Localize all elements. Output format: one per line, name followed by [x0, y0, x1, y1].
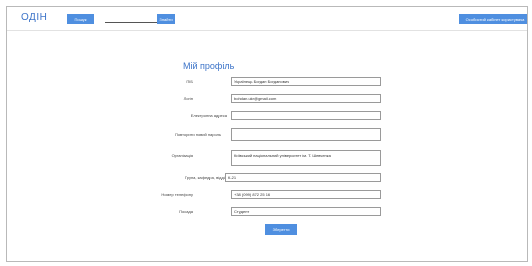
search-button[interactable]: Пошук [67, 14, 94, 24]
phone-field[interactable]: +38 (099) 872 25 16 [231, 190, 381, 199]
login-label: Логін [183, 96, 193, 101]
email-field[interactable] [231, 111, 381, 120]
full-name-field[interactable]: Українець Богдан Богданович [231, 77, 381, 86]
save-button[interactable]: Зберегти [265, 224, 297, 235]
organization-field[interactable]: Київський національний університет ім. Т… [231, 150, 381, 166]
header-divider [7, 30, 527, 31]
search-input[interactable] [105, 22, 157, 23]
login-field[interactable]: bohdan.ukr@gmail.com [231, 94, 381, 103]
position-label: Посада [179, 209, 193, 214]
personal-cabinet-button[interactable]: Особистий кабінет користувача [459, 14, 527, 24]
organization-label: Організація [171, 153, 193, 158]
app-window: ОДІН Пошук Знайти Особистий кабінет кори… [6, 6, 528, 262]
phone-label: Номер телефону [161, 192, 193, 197]
repeat-password-field[interactable] [231, 128, 381, 141]
site-logo[interactable]: ОДІН [21, 12, 47, 23]
email-label: Електронна адреса [190, 113, 227, 118]
page-title: Мій профіль [183, 61, 235, 71]
repeat-password-label: Повторити новий пароль [174, 132, 222, 137]
position-field[interactable]: Студент [231, 207, 381, 216]
full-name-label: ПІБ [186, 79, 193, 84]
find-button[interactable]: Знайти [157, 14, 175, 24]
group-label: Група, кафедра, відділ [184, 175, 227, 180]
top-navigation: ОДІН Пошук Знайти Особистий кабінет кори… [7, 7, 527, 29]
group-field[interactable]: К-21 [225, 173, 381, 182]
